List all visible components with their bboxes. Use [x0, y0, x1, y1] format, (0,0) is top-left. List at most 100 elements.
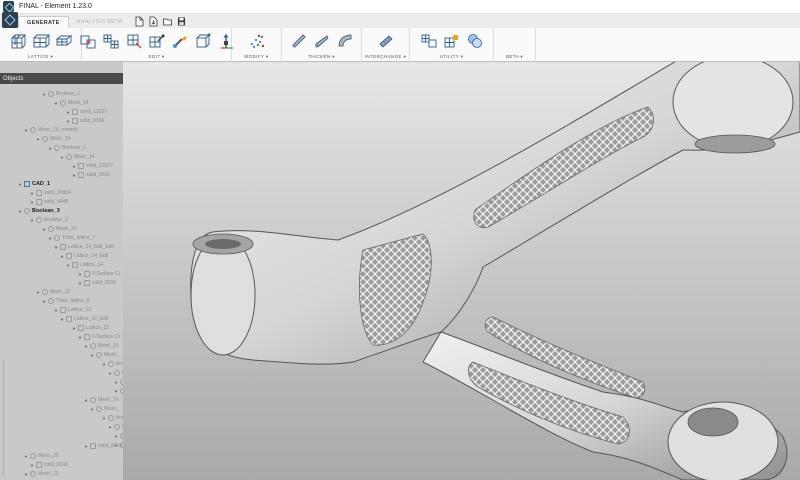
tree-node[interactable]: ▼ solid_8316 — [66, 117, 104, 125]
tree-node[interactable]: ▼ solid_8316 — [30, 461, 68, 469]
expand-arrow-icon[interactable]: ▼ — [54, 308, 58, 313]
expand-arrow-icon[interactable]: ▼ — [24, 472, 28, 477]
expand-arrow-icon[interactable]: ▼ — [60, 254, 64, 259]
tree-node[interactable]: ▼ Boolean_1 — [42, 90, 80, 98]
tree-node[interactable]: ▼ Lattice_14_Edit — [60, 252, 108, 260]
tree-node[interactable]: ▼ Mesh_14 — [60, 153, 95, 161]
cube-move-icon[interactable] — [194, 32, 212, 50]
thicken-rod-icon[interactable] — [290, 32, 308, 50]
utility-group-label[interactable]: UTILITY ▾ — [410, 54, 493, 62]
lattice-cube-icon[interactable] — [9, 32, 27, 50]
tree-node[interactable]: ▼ 2-Surface Cr — [78, 270, 120, 278]
trim-icon[interactable] — [148, 32, 166, 50]
new-file-icon[interactable] — [135, 16, 144, 27]
utility-network-icon[interactable] — [420, 32, 438, 50]
expand-arrow-icon[interactable]: ▼ — [66, 110, 70, 115]
expand-arrow-icon[interactable]: ▼ — [30, 218, 34, 223]
expand-arrow-icon[interactable]: ▼ — [24, 454, 28, 459]
expand-arrow-icon[interactable]: ▼ — [114, 380, 118, 385]
expand-arrow-icon[interactable]: ▼ — [30, 191, 34, 196]
interchange-group-label[interactable]: INTERCHANGE ▾ — [362, 54, 409, 62]
lattice-group-label[interactable]: LATTICE ▾ — [0, 54, 81, 62]
expand-arrow-icon[interactable]: ▼ — [36, 290, 40, 295]
tree-node[interactable]: ▼ solid_26904 — [30, 189, 71, 197]
tree-node[interactable]: ▼ Lattice_12 — [72, 324, 109, 332]
beta-group-label[interactable]: BETA ▾ — [494, 54, 535, 62]
tree-node[interactable]: ▼ Thick_lattice_7 — [48, 234, 95, 242]
tab-generate[interactable]: GENERATE — [18, 16, 69, 28]
paint-icon[interactable] — [171, 32, 189, 50]
expand-arrow-icon[interactable]: ▼ — [78, 281, 82, 286]
thicken-group-label[interactable]: THICKEN ▾ — [282, 54, 361, 62]
expand-arrow-icon[interactable]: ▼ — [18, 209, 22, 214]
tree-node[interactable]: ▼ Mesh_ — [90, 351, 119, 359]
expand-arrow-icon[interactable]: ▼ — [60, 317, 64, 322]
save-icon[interactable] — [177, 16, 186, 27]
expand-arrow-icon[interactable]: ▼ — [36, 137, 40, 142]
open-folder-icon[interactable] — [163, 16, 173, 27]
expand-arrow-icon[interactable]: ▼ — [30, 463, 34, 468]
expand-arrow-icon[interactable]: ▼ — [48, 236, 52, 241]
tree-node[interactable]: ▼ solid_8316 — [72, 171, 110, 179]
tree-node[interactable]: ▼ Lattice_12_Edit — [60, 315, 108, 323]
tree-node[interactable]: ▼ solid_13327 — [72, 162, 113, 170]
tree-node[interactable]: ▼ Mesh_20 — [24, 452, 59, 460]
expand-arrow-icon[interactable]: ▼ — [24, 128, 28, 133]
expand-arrow-icon[interactable]: ▼ — [54, 101, 58, 106]
utility-cells-icon[interactable] — [443, 32, 461, 50]
expand-arrow-icon[interactable]: ▼ — [114, 434, 118, 439]
expand-arrow-icon[interactable]: ▼ — [42, 299, 46, 304]
tree-node[interactable]: ▼ Boo — [102, 360, 125, 368]
tree-node[interactable]: ▼ Lattice_14_Edit_Edit — [54, 243, 114, 251]
expand-arrow-icon[interactable]: ▼ — [84, 344, 88, 349]
expand-arrow-icon[interactable]: ▼ — [108, 425, 112, 430]
tree-node[interactable]: ▼ Lattice_13 — [54, 306, 91, 314]
expand-arrow-icon[interactable]: ▼ — [60, 155, 64, 160]
expand-arrow-icon[interactable]: ▼ — [78, 335, 82, 340]
modify-group-label[interactable]: MODIFY ▾ — [232, 54, 281, 62]
tree-node[interactable]: ▼ Mesh_19_remesh — [24, 126, 78, 134]
merge-lattice-icon[interactable] — [102, 32, 120, 50]
tree-node[interactable]: ▼ Boo — [102, 414, 125, 422]
expand-arrow-icon[interactable]: ▼ — [90, 407, 94, 412]
tree-node[interactable]: ▼ Mesh_23 — [42, 225, 77, 233]
utility-circles-icon[interactable] — [466, 32, 484, 50]
expand-arrow-icon[interactable]: ▼ — [66, 263, 70, 268]
expand-arrow-icon[interactable]: ▼ — [102, 416, 106, 421]
3d-viewport[interactable] — [123, 62, 800, 480]
expand-arrow-icon[interactable]: ▼ — [102, 362, 106, 367]
expand-arrow-icon[interactable]: ▼ — [42, 227, 46, 232]
expand-arrow-icon[interactable]: ▼ — [72, 173, 76, 178]
expand-arrow-icon[interactable]: ▼ — [108, 371, 112, 376]
thicken-cone-icon[interactable] — [313, 32, 331, 50]
expand-arrow-icon[interactable]: ▼ — [72, 326, 76, 331]
tree-node[interactable]: ▼ Mesh_15 — [84, 342, 119, 350]
tab-analysis-beta[interactable]: ANALYSIS BETA — [69, 16, 131, 28]
tree-node[interactable]: ▼ Mesh_14 — [54, 99, 89, 107]
tree-node[interactable]: ▼ Mesh_ — [90, 405, 119, 413]
edit-group-label[interactable]: EDIT ▾ — [82, 54, 231, 62]
expand-arrow-icon[interactable]: ▼ — [66, 119, 70, 124]
expand-arrow-icon[interactable]: ▼ — [48, 146, 52, 151]
expand-arrow-icon[interactable]: ▼ — [54, 245, 58, 250]
tree-node[interactable]: ▼ Boolean_1 — [48, 144, 86, 152]
lattice-sheet-icon[interactable] — [55, 32, 73, 50]
tree-node[interactable]: ▼ solid_8316 — [78, 279, 116, 287]
mesh-icon[interactable] — [377, 32, 395, 50]
app-logo-icon[interactable] — [2, 12, 18, 28]
tree-node[interactable]: ▼ Mesh_22 — [36, 288, 71, 296]
expand-arrow-icon[interactable]: ▼ — [72, 164, 76, 169]
tree-node[interactable]: ▼ CAD_1 — [18, 180, 50, 188]
expand-arrow-icon[interactable]: ▼ — [84, 398, 88, 403]
lattice-box-icon[interactable] — [32, 32, 50, 50]
modify-points-icon[interactable] — [248, 32, 266, 50]
tree-node[interactable]: ▼ solid_4448 — [30, 198, 68, 206]
edit-lattice-icon[interactable] — [79, 32, 97, 50]
tree-node[interactable]: ▼ Boolean_3 — [18, 207, 60, 215]
expand-arrow-icon[interactable]: ▼ — [30, 200, 34, 205]
tree-node[interactable]: ▼ solid_8316 — [84, 442, 122, 450]
clip-lattice-icon[interactable] — [125, 32, 143, 50]
tree-node[interactable]: ▼ Boolean_2 — [30, 216, 68, 224]
thicken-surface-icon[interactable] — [336, 32, 354, 50]
export-icon[interactable] — [149, 16, 158, 27]
